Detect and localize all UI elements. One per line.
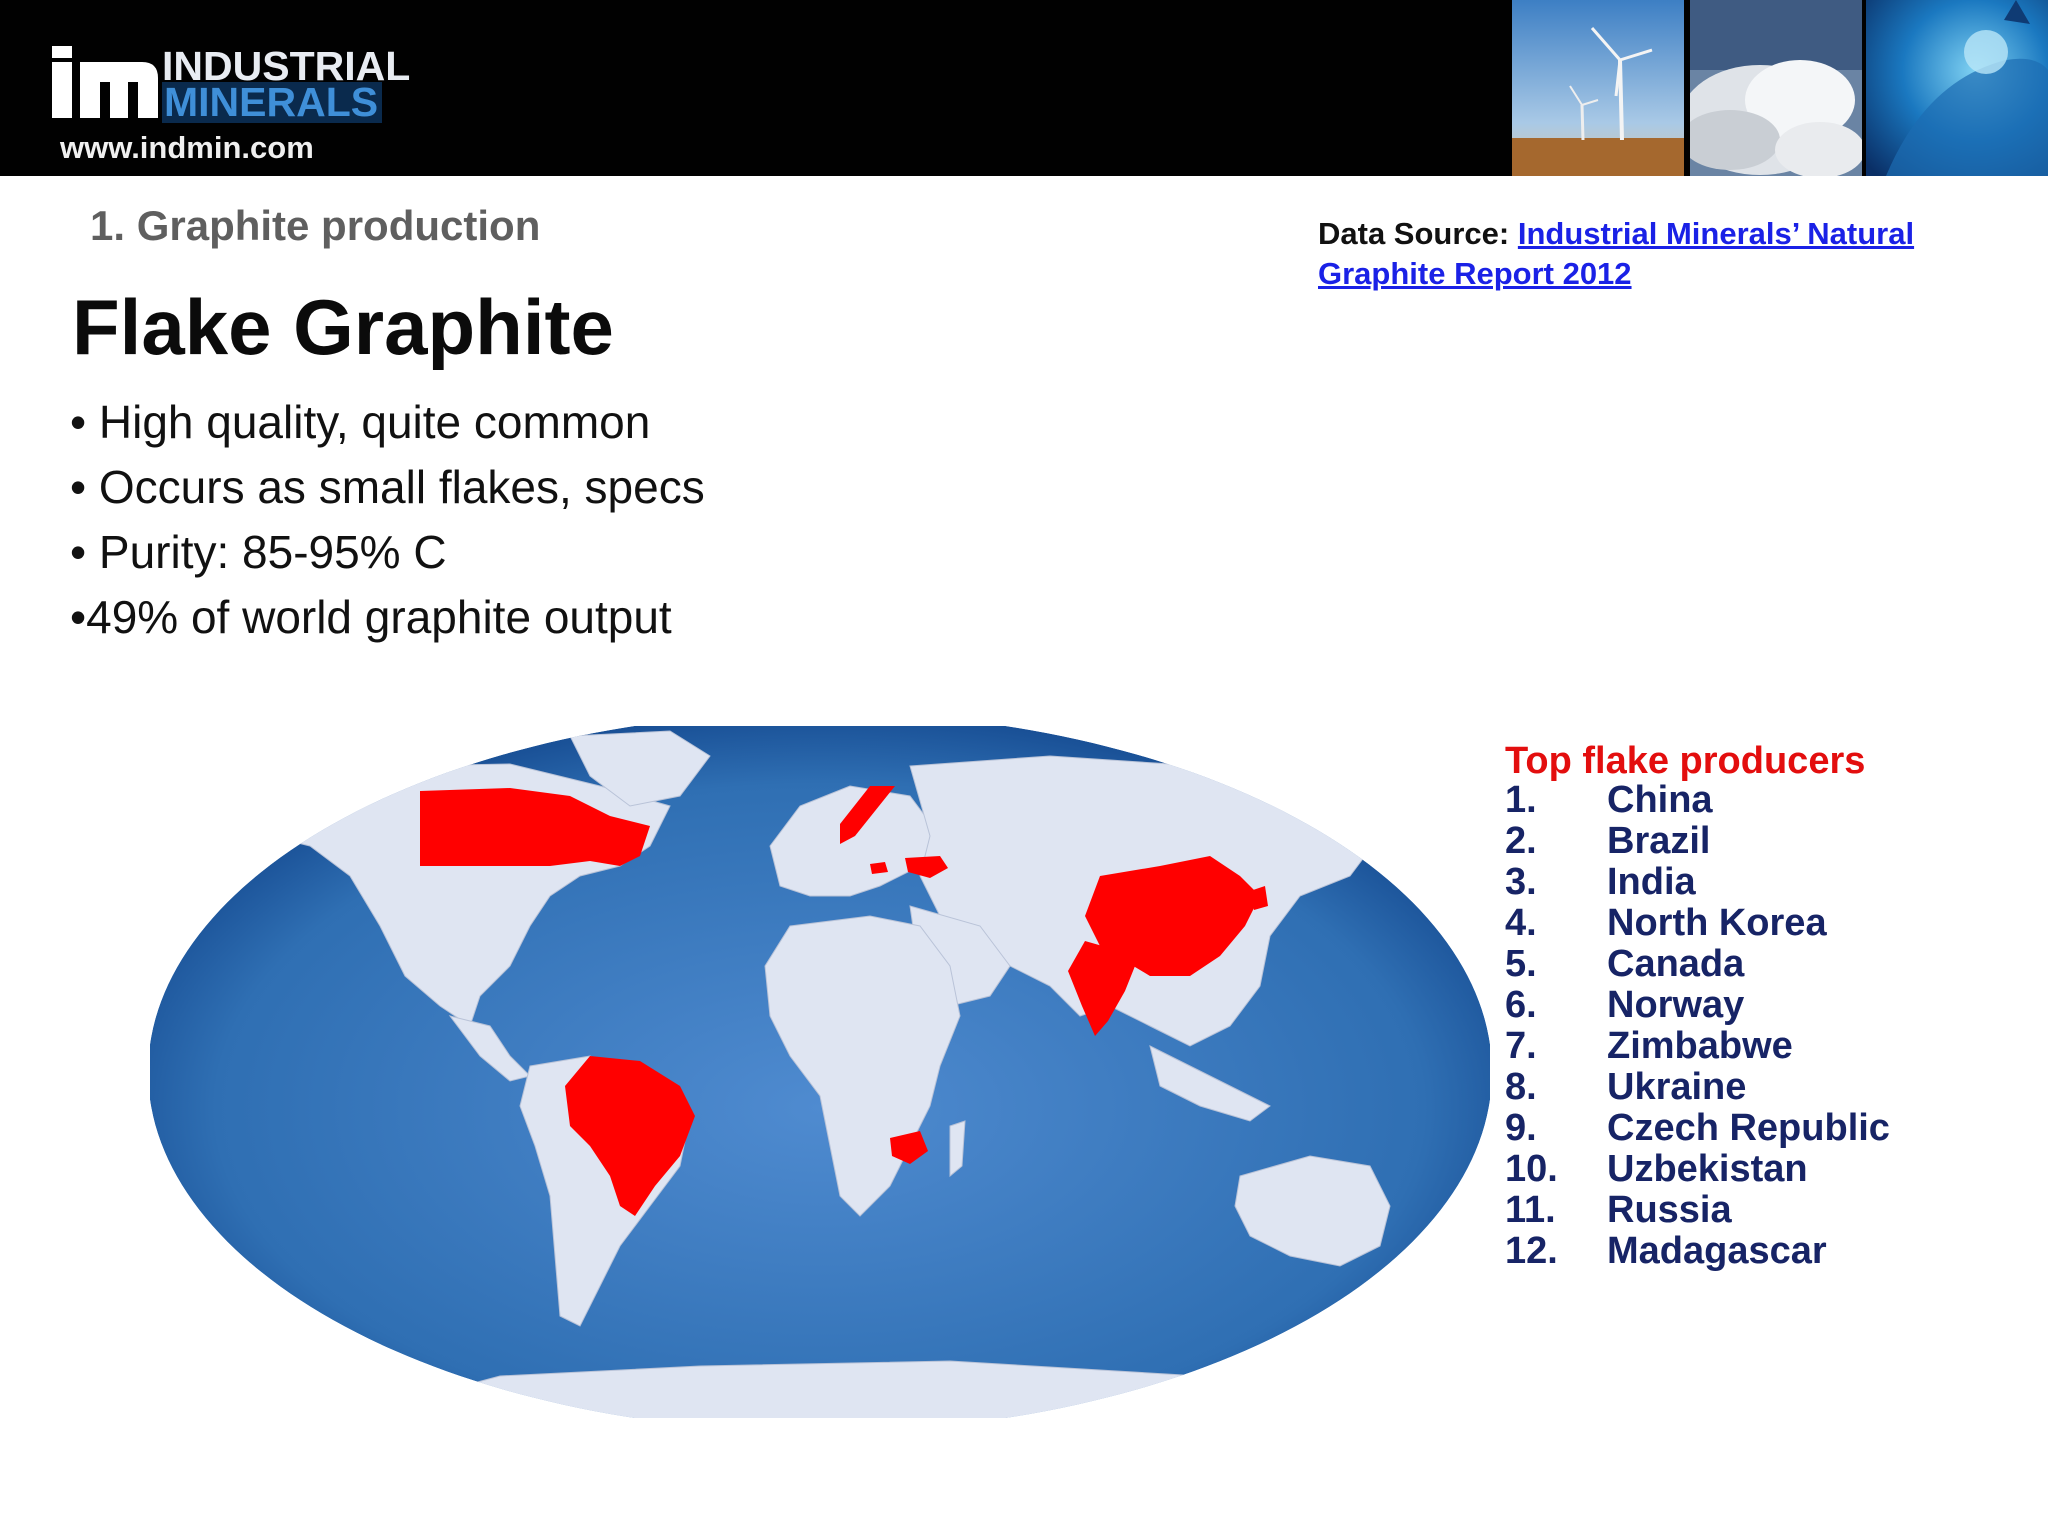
list-number: 11.: [1505, 1189, 1556, 1231]
country-name: Canada: [1607, 943, 1745, 985]
list-item: 3. India: [1505, 862, 1890, 903]
list-number: 12.: [1505, 1230, 1558, 1272]
list-item: 8. Ukraine: [1505, 1067, 1890, 1108]
list-number: 8.: [1505, 1066, 1537, 1108]
list-item: 10. Uzbekistan: [1505, 1149, 1890, 1190]
list-number: 10.: [1505, 1148, 1558, 1190]
logo-mark-icon: [52, 46, 158, 118]
blue-liquid-photo: [1866, 0, 2048, 176]
producers-list: 1. China 2. Brazil 3. India 4. North Korea 5…: [1505, 780, 1890, 1272]
list-item: 2. Brazil: [1505, 821, 1890, 862]
bullet-list: • High quality, quite common • Occurs as…: [70, 390, 705, 650]
country-name: Ukraine: [1607, 1066, 1747, 1108]
country-name: India: [1607, 861, 1696, 903]
website-url[interactable]: www.indmin.com: [60, 130, 314, 166]
world-map: [150, 726, 1490, 1418]
czech-highlight: [870, 862, 888, 874]
list-number: 5.: [1505, 943, 1537, 985]
bullet-item: • High quality, quite common: [70, 396, 651, 448]
list-number: 2.: [1505, 820, 1537, 862]
country-name: Norway: [1607, 984, 1745, 1026]
list-item: 1. China: [1505, 780, 1890, 821]
list-item: 5. Canada: [1505, 944, 1890, 985]
country-name: Madagascar: [1607, 1230, 1827, 1272]
list-number: 3.: [1505, 861, 1537, 903]
data-source: Data Source: Industrial Minerals’ Natura…: [1318, 214, 1968, 294]
bullet-item: •49% of world graphite output: [70, 591, 672, 643]
logo-text-minerals: MINERALS: [162, 82, 383, 123]
section-heading: 1. Graphite production: [90, 202, 541, 249]
bullet-item: • Purity: 85-95% C: [70, 526, 447, 578]
wind-turbines-photo: [1512, 0, 1684, 176]
list-item: 11. Russia: [1505, 1190, 1890, 1231]
list-item: 4. North Korea: [1505, 903, 1890, 944]
producers-title: Top flake producers: [1505, 740, 1866, 782]
mineral-powder-photo: [1690, 0, 1862, 176]
country-name: China: [1607, 779, 1713, 821]
bullet-item: • Occurs as small flakes, specs: [70, 461, 705, 513]
list-item: 9. Czech Republic: [1505, 1108, 1890, 1149]
country-name: Uzbekistan: [1607, 1148, 1808, 1190]
list-number: 7.: [1505, 1025, 1537, 1067]
country-name: Brazil: [1607, 820, 1711, 862]
list-item: 7. Zimbabwe: [1505, 1026, 1890, 1067]
country-name: Russia: [1607, 1189, 1732, 1231]
data-source-label: Data Source:: [1318, 216, 1510, 251]
list-number: 4.: [1505, 902, 1537, 944]
industrial-minerals-logo[interactable]: INDUSTRIAL MINERALS: [50, 42, 410, 132]
list-number: 6.: [1505, 984, 1537, 1026]
list-number: 1.: [1505, 779, 1537, 821]
country-name: North Korea: [1607, 902, 1827, 944]
country-name: Zimbabwe: [1607, 1025, 1793, 1067]
list-item: 6. Norway: [1505, 985, 1890, 1026]
country-name: Czech Republic: [1607, 1107, 1890, 1149]
slide-title: Flake Graphite: [72, 283, 614, 371]
list-item: 12. Madagascar: [1505, 1231, 1890, 1272]
list-number: 9.: [1505, 1107, 1537, 1149]
header-banner: INDUSTRIAL MINERALS www.indmin.com: [0, 0, 2048, 176]
